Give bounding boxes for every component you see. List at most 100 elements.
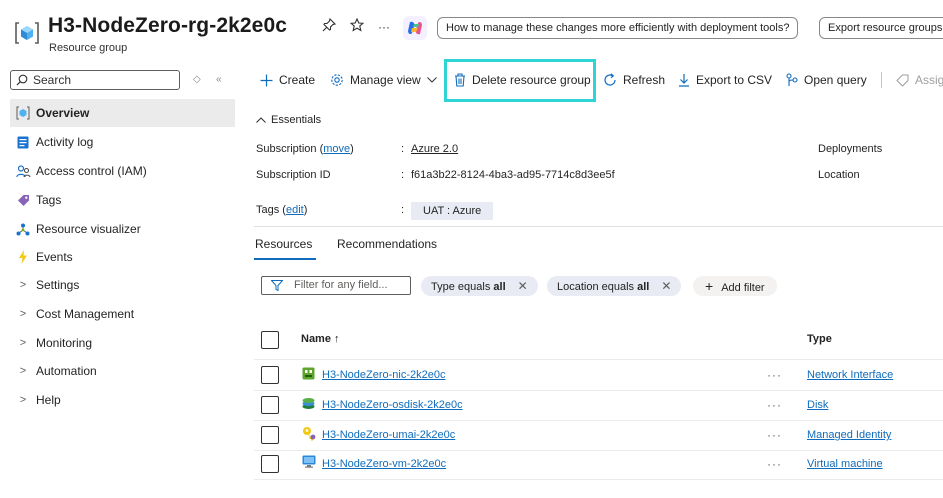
sidebar-item-overview[interactable]: Overview: [10, 99, 235, 127]
row-checkbox[interactable]: [261, 396, 279, 414]
sidebar-item-resource-visualizer[interactable]: Resource visualizer: [10, 215, 235, 243]
filter-placeholder: Filter for any field...: [294, 279, 388, 291]
resource-link[interactable]: H3-NodeZero-nic-2k2e0c: [322, 369, 446, 381]
sidebar-item-cost-management[interactable]: > Cost Management: [10, 300, 235, 328]
row-more-icon[interactable]: ···: [767, 368, 782, 382]
sidebar-search-input[interactable]: Search: [10, 70, 180, 90]
move-subscription-link[interactable]: move: [323, 143, 350, 155]
star-icon[interactable]: [349, 17, 365, 35]
resource-link[interactable]: H3-NodeZero-vm-2k2e0c: [322, 458, 446, 470]
resource-group-icon: [10, 106, 36, 120]
select-all-checkbox[interactable]: [261, 331, 279, 349]
search-icon: [16, 74, 28, 86]
sidebar-item-label: Settings: [36, 278, 80, 292]
assign-tags-button[interactable]: Assig: [896, 71, 943, 89]
resource-type: Disk: [807, 399, 829, 411]
sidebar-item-settings[interactable]: > Settings: [10, 271, 235, 299]
sidebar-item-label: Resource visualizer: [36, 222, 141, 236]
resource-type: Managed Identity: [807, 429, 892, 441]
chevron-down-icon: [426, 77, 437, 83]
active-tab-indicator: [254, 258, 316, 260]
open-query-label: Open query: [804, 73, 867, 87]
row-divider: [254, 479, 943, 480]
sidebar-item-label: Cost Management: [36, 307, 135, 321]
sidebar-item-monitoring[interactable]: > Monitoring: [10, 329, 235, 357]
sidebar-item-access-control[interactable]: Access control (IAM): [10, 157, 235, 185]
sidebar-item-label: Tags: [36, 193, 62, 207]
row-more-icon[interactable]: ···: [767, 398, 782, 412]
row-divider: [254, 450, 943, 451]
location-filter-pill[interactable]: Location equals all ✕: [547, 276, 682, 296]
add-filter-button[interactable]: + Add filter: [693, 276, 777, 296]
edit-tags-link[interactable]: edit: [286, 204, 304, 216]
sidebar-item-activity-log[interactable]: Activity log: [10, 128, 235, 156]
pin-icon[interactable]: [322, 17, 337, 35]
copilot-suggestion-deployment[interactable]: How to manage these changes more efficie…: [437, 17, 799, 39]
divider: [254, 226, 943, 227]
refresh-button[interactable]: Refresh: [603, 71, 665, 89]
column-header-type[interactable]: Type: [807, 333, 832, 345]
chevron-up-icon: [256, 117, 266, 123]
row-checkbox[interactable]: [261, 455, 279, 473]
manage-view-button[interactable]: Manage view: [330, 71, 437, 89]
resource-type: Network Interface: [807, 369, 894, 381]
expand-collapse-icon[interactable]: ◇: [193, 74, 201, 85]
subscription-value-link[interactable]: Azure 2.0: [411, 143, 458, 155]
resource-group-icon: [14, 20, 40, 46]
subscription-id-label: Subscription ID: [256, 169, 331, 181]
sidebar-item-label: Automation: [36, 364, 97, 378]
refresh-icon: [603, 73, 617, 87]
resource-link[interactable]: H3-NodeZero-osdisk-2k2e0c: [322, 399, 463, 411]
chevron-right-icon: >: [19, 365, 27, 377]
visualizer-icon: [10, 223, 36, 236]
create-label: Create: [279, 73, 316, 87]
row-checkbox[interactable]: [261, 366, 279, 384]
copilot-suggestion-export[interactable]: Export resource groups: [819, 17, 943, 39]
query-icon: [786, 73, 798, 87]
more-icon[interactable]: ···: [378, 20, 390, 34]
people-icon: [10, 164, 36, 178]
filter-input[interactable]: Filter for any field...: [261, 276, 411, 295]
row-more-icon[interactable]: ···: [767, 457, 782, 471]
sidebar-item-automation[interactable]: > Automation: [10, 357, 235, 385]
tab-resources[interactable]: Resources: [255, 237, 312, 251]
disk-icon: [302, 397, 315, 413]
essentials-colon: :: [401, 169, 405, 181]
tags-label: Tags (edit): [256, 204, 308, 216]
essentials-colon: :: [401, 204, 405, 216]
sidebar-item-events[interactable]: Events: [10, 243, 235, 271]
row-more-icon[interactable]: ···: [767, 428, 782, 442]
copilot-icon[interactable]: [403, 16, 427, 40]
sidebar-item-label: Overview: [36, 106, 90, 120]
export-csv-button[interactable]: Export to CSV: [678, 71, 772, 89]
sidebar-item-label: Activity log: [36, 135, 94, 149]
plus-icon: [260, 74, 273, 87]
column-header-name[interactable]: Name ↑: [301, 333, 340, 345]
resource-link[interactable]: H3-NodeZero-umai-2k2e0c: [322, 429, 455, 441]
subscription-label: Subscription (move): [256, 143, 354, 155]
page-subtitle: Resource group: [49, 42, 128, 54]
sidebar-item-label: Access control (IAM): [36, 164, 147, 178]
essentials-toggle[interactable]: Essentials: [256, 114, 321, 126]
create-button[interactable]: Create: [260, 71, 315, 89]
tag-chip[interactable]: UAT : Azure: [411, 202, 494, 220]
gear-icon: [330, 73, 344, 87]
tag-icon: [10, 194, 36, 207]
sidebar-item-help[interactable]: > Help: [10, 386, 235, 414]
close-icon[interactable]: ✕: [518, 279, 528, 293]
tab-recommendations[interactable]: Recommendations: [337, 237, 437, 251]
chevron-right-icon: >: [19, 337, 27, 349]
essentials-colon: :: [401, 143, 405, 155]
row-divider: [254, 420, 943, 421]
tag-outline-icon: [896, 74, 909, 87]
collapse-sidebar-icon[interactable]: «: [216, 74, 222, 85]
download-icon: [678, 73, 690, 87]
type-filter-pill[interactable]: Type equals all ✕: [421, 276, 538, 296]
subscription-id-value: f61a3b22-8124-4ba3-ad95-7714c8d3ee5f: [411, 169, 615, 181]
open-query-button[interactable]: Open query: [786, 71, 867, 89]
sidebar-item-tags[interactable]: Tags: [10, 186, 235, 214]
close-icon[interactable]: ✕: [661, 279, 671, 293]
row-checkbox[interactable]: [261, 426, 279, 444]
assign-label: Assig: [915, 73, 943, 87]
row-divider: [254, 390, 943, 391]
